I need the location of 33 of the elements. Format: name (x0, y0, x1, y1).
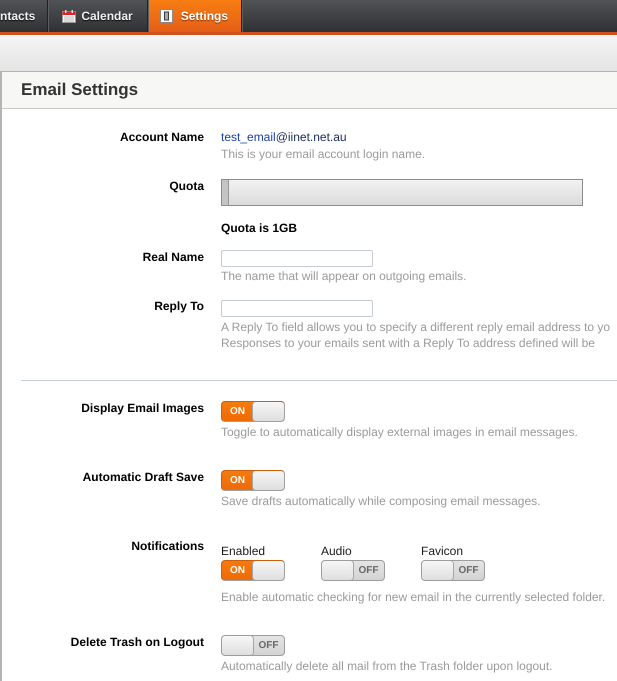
setting-label: Delete Trash on Logout (70, 635, 204, 649)
field-label: Real Name (142, 250, 204, 264)
nav-tab[interactable]: Settings (148, 0, 242, 32)
help-text: Enable automatic checking for new email in the currently selected folder. (221, 590, 606, 604)
switch-caption: Favicon (421, 544, 464, 558)
toggle-switch[interactable]: OFF (221, 635, 285, 656)
help-text: Responses to your emails sent with a Reply To address defined will be (221, 335, 595, 351)
account-name-value: test_email@iinet.net.au (221, 130, 347, 144)
real-name-field[interactable] (221, 250, 373, 267)
section-title: Email Settings (21, 80, 138, 100)
switch-caption: Audio (321, 544, 352, 558)
help-text: Automatically delete all mail from the Trash folder upon logout. (221, 659, 553, 673)
toggle-switch[interactable]: ON (221, 401, 285, 422)
help-text: A Reply To field allows you to specify a different reply email address to yo (221, 319, 610, 335)
switch-icon (160, 9, 173, 23)
setting-label: Notifications (131, 539, 204, 553)
help-text: Toggle to automatically display external images in email messages. (221, 425, 578, 439)
switch-caption: Enabled (221, 544, 266, 558)
toggle-switch[interactable]: OFF (421, 560, 485, 581)
field-label: Quota (169, 179, 204, 193)
field-label: Account Name (120, 130, 204, 144)
toggle-switch[interactable]: OFF (321, 560, 385, 581)
help-text: Save drafts automatically while composing email messages. (221, 494, 540, 508)
help-text: The name that will appear on outgoing emails. (221, 269, 466, 283)
toggle-switch[interactable]: ON (221, 470, 285, 491)
reply-to-field[interactable] (221, 300, 373, 317)
setting-label: Display Email Images (81, 401, 204, 415)
help-text: This is your email account login name. (221, 147, 426, 161)
toggle-switch[interactable]: ON (221, 560, 285, 581)
setting-label: Automatic Draft Save (82, 470, 204, 484)
quota-caption: Quota is 1GB (221, 221, 298, 235)
calendar-icon (62, 10, 76, 22)
field-label: Reply To (154, 299, 204, 313)
